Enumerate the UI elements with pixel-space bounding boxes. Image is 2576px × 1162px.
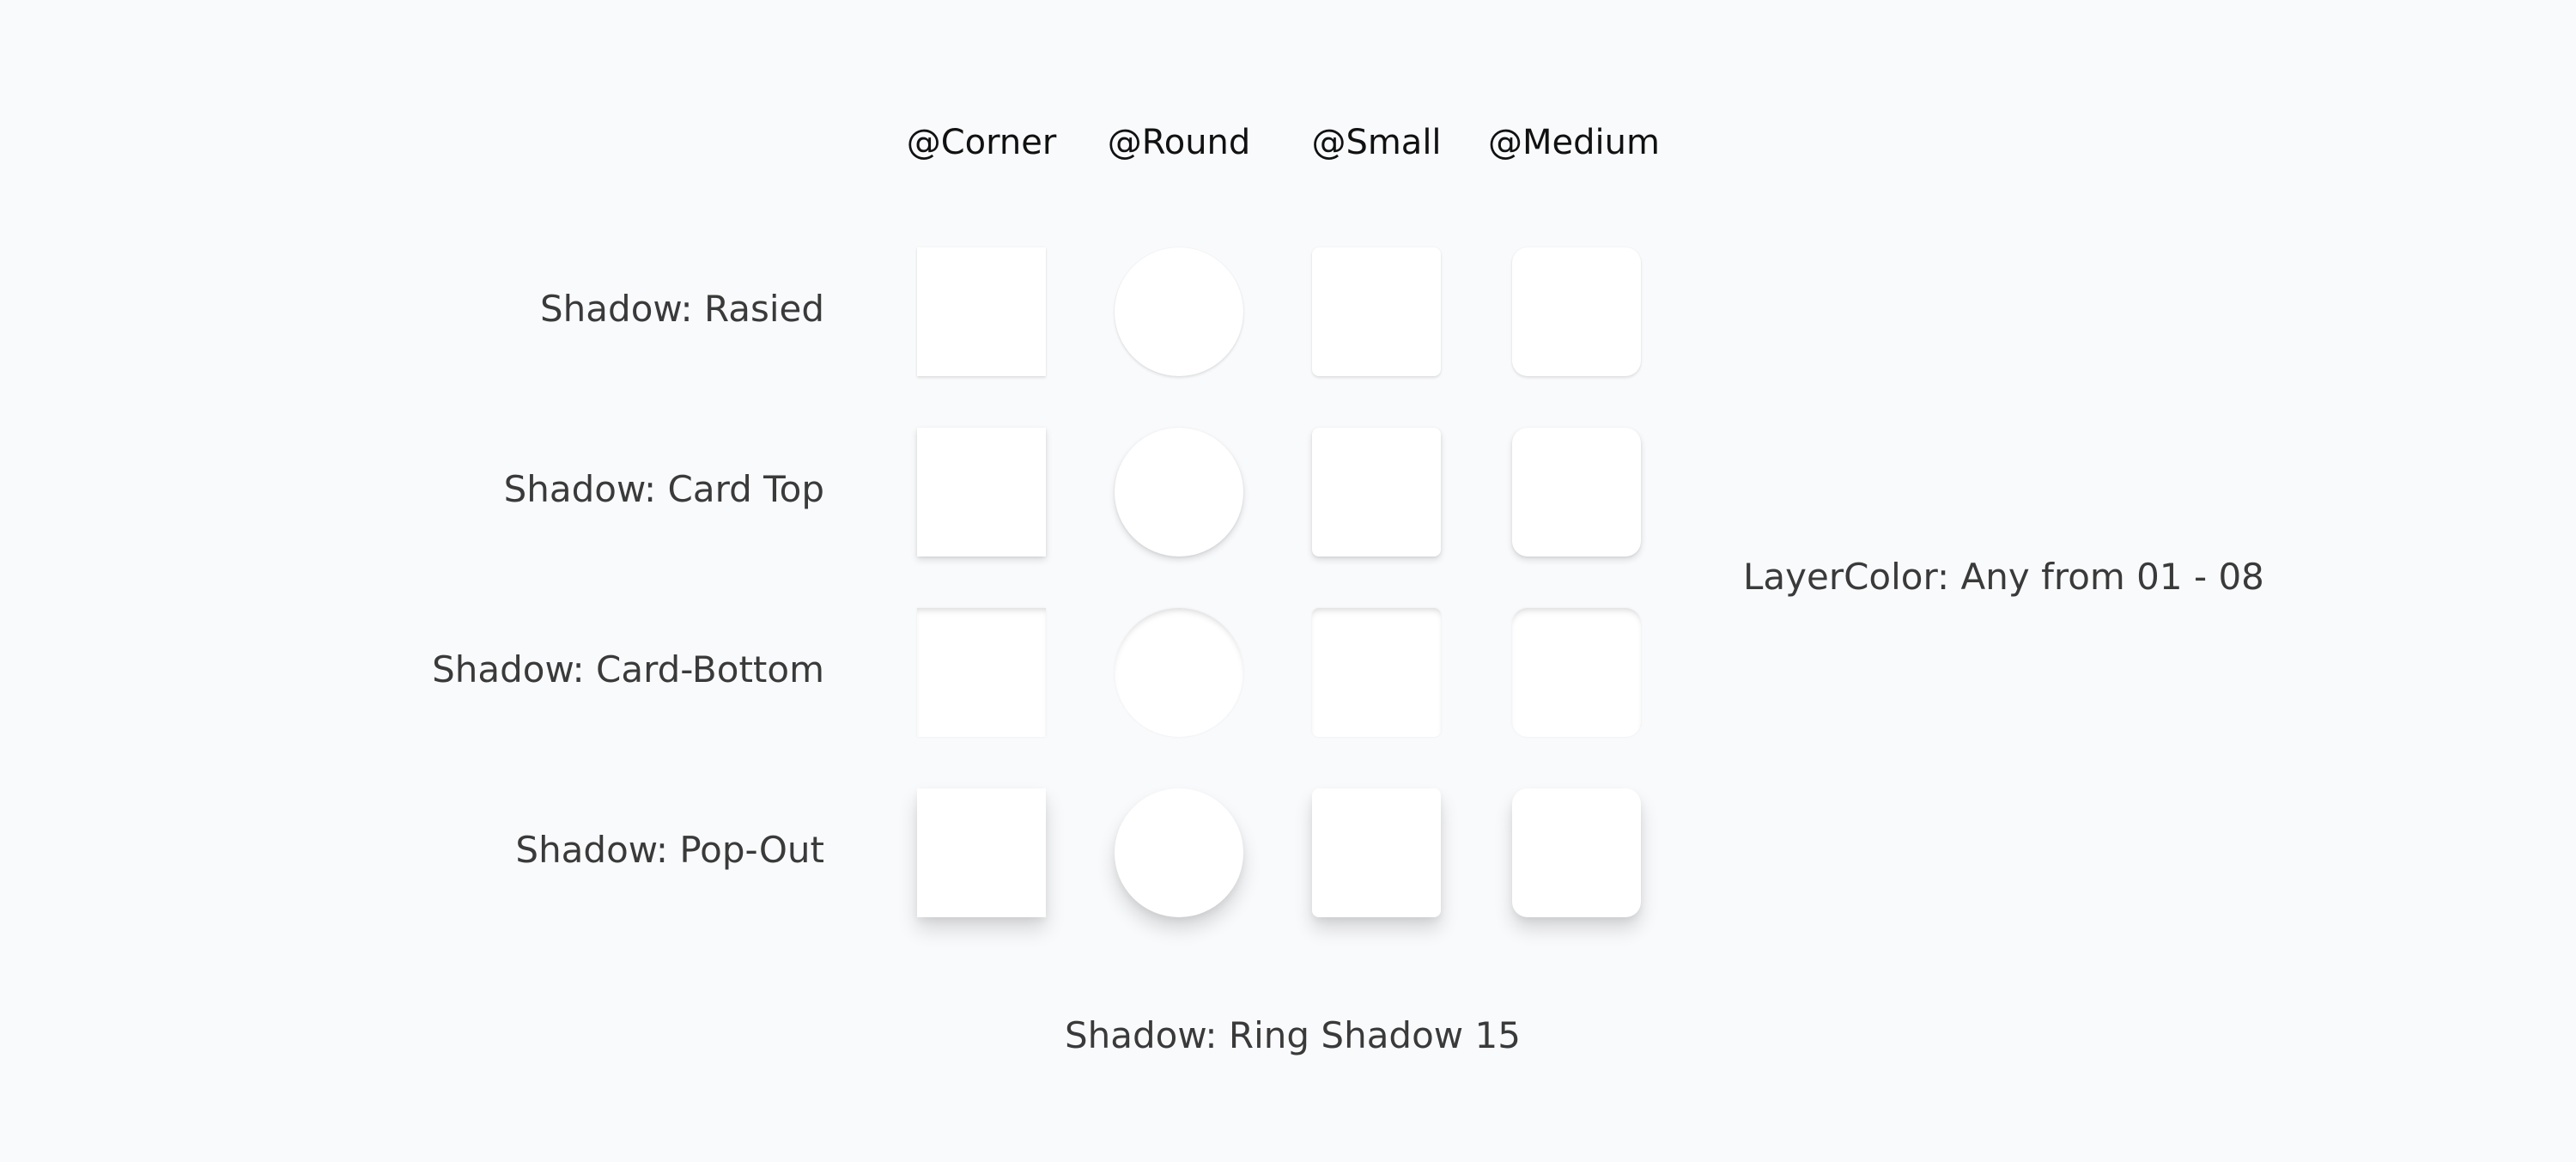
row-label-card-bottom: Shadow: Card-Bottom (432, 648, 824, 691)
tile-card-top-round[interactable] (1115, 428, 1243, 557)
tile-raised-round[interactable] (1115, 247, 1243, 376)
tile-raised-small[interactable] (1312, 247, 1441, 376)
column-header-corner: @Corner (906, 123, 1057, 162)
tile-card-top-small[interactable] (1312, 428, 1441, 557)
tile-card-bottom-round[interactable] (1115, 608, 1243, 737)
ring-shadow-label: Shadow: Ring Shadow 15 (1065, 1014, 1521, 1056)
row-label-card-top: Shadow: Card Top (503, 468, 824, 510)
tile-raised-corner[interactable] (917, 247, 1046, 376)
layer-color-label: LayerColor: Any from 01 - 08 (1743, 556, 2264, 598)
tile-pop-out-corner[interactable] (917, 788, 1046, 917)
tile-card-bottom-corner[interactable] (917, 608, 1046, 737)
tile-pop-out-medium[interactable] (1512, 788, 1641, 917)
row-label-pop-out: Shadow: Pop-Out (515, 829, 824, 871)
tile-raised-medium[interactable] (1512, 247, 1641, 376)
tile-card-top-medium[interactable] (1512, 428, 1641, 557)
row-label-raised: Shadow: Rasied (540, 288, 824, 330)
tile-pop-out-round[interactable] (1115, 788, 1243, 917)
tile-card-bottom-medium[interactable] (1512, 608, 1641, 737)
column-header-round: @Round (1107, 123, 1251, 162)
tile-card-bottom-small[interactable] (1312, 608, 1441, 737)
column-header-medium: @Medium (1488, 123, 1660, 162)
tile-pop-out-small[interactable] (1312, 788, 1441, 917)
tile-card-top-corner[interactable] (917, 428, 1046, 557)
column-header-small: @Small (1311, 123, 1442, 162)
